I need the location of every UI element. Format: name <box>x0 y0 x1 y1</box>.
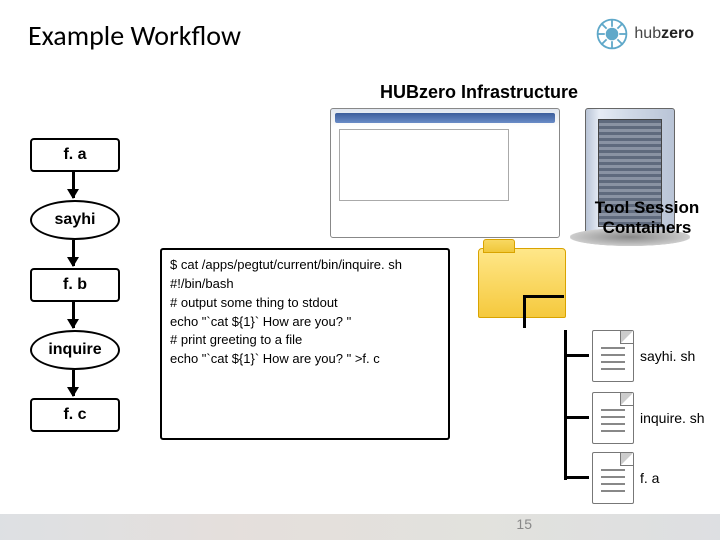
hub-icon <box>594 16 630 52</box>
code-line: $ cat /apps/pegtut/current/bin/inquire. … <box>170 256 440 275</box>
file-icon <box>592 330 634 382</box>
hubzero-logo: hubzero <box>594 16 694 52</box>
logo-text: hubzero <box>634 25 694 43</box>
file-icon <box>592 452 634 504</box>
code-line: # print greeting to a file <box>170 331 440 350</box>
connector-line <box>564 330 567 480</box>
arrow-icon <box>72 370 75 396</box>
file-label-fa: f. a <box>640 470 659 486</box>
folder-icon <box>478 248 566 318</box>
code-line: echo "`cat ${1}` How are you? " <box>170 313 440 332</box>
infrastructure-heading: HUBzero Infrastructure <box>380 82 578 103</box>
workflow-node-fc: f. c <box>30 398 120 432</box>
workflow-node-fb: f. b <box>30 268 120 302</box>
connector-line <box>567 416 589 419</box>
script-content-box: $ cat /apps/pegtut/current/bin/inquire. … <box>160 248 450 440</box>
slide-number: 15 <box>516 516 532 532</box>
workflow-node-sayhi: sayhi <box>30 200 120 240</box>
arrow-icon <box>72 172 75 198</box>
page-title: Example Workflow <box>28 18 241 53</box>
file-icon <box>592 392 634 444</box>
workflow-node-inquire: inquire <box>30 330 120 370</box>
tool-session-label: Tool Session Containers <box>588 198 706 237</box>
code-line: # output some thing to stdout <box>170 294 440 313</box>
code-line: #!/bin/bash <box>170 275 440 294</box>
file-label-sayhi: sayhi. sh <box>640 348 695 364</box>
footer-decoration <box>0 514 720 540</box>
workflow-node-fa: f. a <box>30 138 120 172</box>
connector-line <box>567 476 589 479</box>
arrow-icon <box>72 302 75 328</box>
arrow-icon <box>72 240 75 266</box>
connector-line <box>523 295 526 328</box>
code-line: echo "`cat ${1}` How are you? " >f. c <box>170 350 440 369</box>
connector-line <box>567 354 589 357</box>
session-window-icon <box>330 108 560 238</box>
file-label-inquire: inquire. sh <box>640 410 705 426</box>
